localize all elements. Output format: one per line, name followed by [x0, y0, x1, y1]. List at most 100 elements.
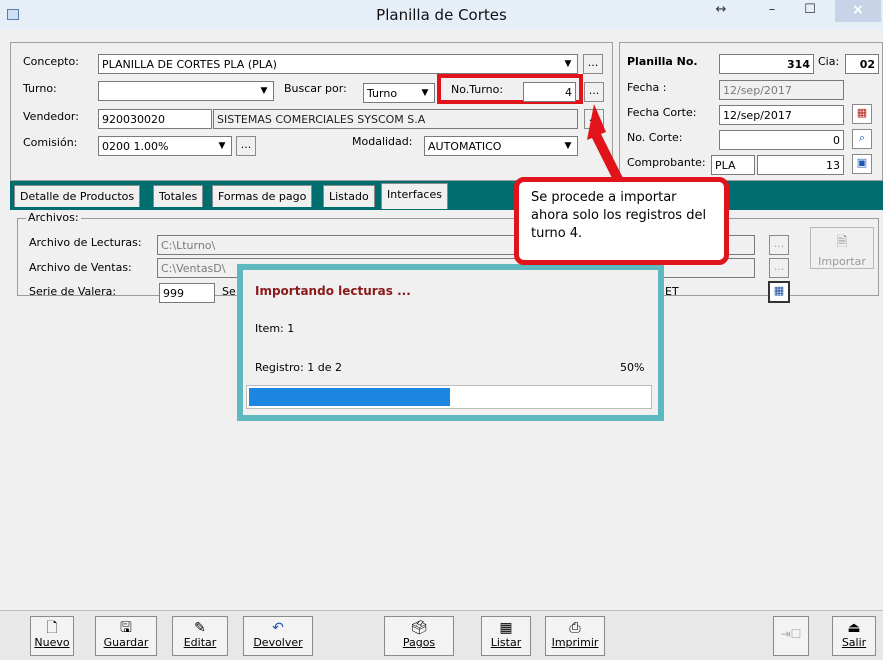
pagos-button[interactable]: 🗳 Pagos [384, 616, 454, 656]
comision-select[interactable]: 0200 1.00% ▼ [98, 136, 232, 156]
modalidad-label: Modalidad: [352, 135, 413, 148]
no-corte-field[interactable]: 0 [719, 130, 844, 150]
concepto-label: Concepto: [23, 55, 79, 68]
concepto-value: PLANILLA DE CORTES PLA (PLA) [102, 58, 277, 71]
fecha-corte-label: Fecha Corte: [627, 106, 697, 119]
guardar-button[interactable]: 🖫 Guardar [95, 616, 157, 656]
chevron-down-icon: ▼ [256, 83, 272, 99]
guardar-label: Guardar [103, 636, 149, 649]
serie-suffix-label: Se [222, 285, 236, 298]
save-icon: 🖫 [120, 620, 132, 636]
cia-field: 02 [845, 54, 879, 74]
planilla-no-field: 314 [719, 54, 814, 74]
comprobante-code-field: PLA [711, 155, 755, 175]
tab-totales[interactable]: Totales [153, 185, 204, 207]
planilla-no-label: Planilla No. [627, 55, 698, 68]
close-button[interactable]: × [835, 0, 881, 22]
printer-icon: ⎙ [569, 620, 581, 636]
tab-listado[interactable]: Listado [323, 185, 375, 207]
archivos-group-label: Archivos: [26, 211, 81, 224]
disabled-action-icon: ⇥☐ [780, 627, 802, 641]
calendar-icon[interactable]: ▦ [852, 104, 872, 124]
comision-value: 0200 1.00% [102, 140, 169, 153]
imprimir-label: Imprimir [551, 636, 599, 649]
salir-label: Salir [841, 636, 867, 649]
nuevo-label: Nuevo [34, 636, 70, 649]
grid-icon[interactable]: ▦ [768, 281, 790, 303]
lecturas-browse-button[interactable]: ... [769, 235, 789, 255]
comision-lookup-button[interactable]: ... [236, 136, 256, 156]
importar-label: Importar [818, 255, 866, 268]
buscar-select[interactable]: Turno ▼ [363, 83, 435, 103]
exit-icon: ⏏ [847, 620, 861, 636]
listar-label: Listar [490, 636, 522, 649]
listar-button[interactable]: ▦ Listar [481, 616, 531, 656]
lecturas-label: Archivo de Lecturas: [29, 236, 142, 249]
progress-registro: Registro: 1 de 2 [255, 361, 342, 374]
comision-label: Comisión: [23, 136, 78, 149]
maximize-button[interactable]: ☐ [795, 2, 825, 24]
new-document-icon: 🗋 [46, 620, 58, 636]
noturno-label: No.Turno: [451, 83, 504, 96]
progress-title: Importando lecturas ... [255, 284, 411, 298]
imprimir-button[interactable]: ⎙ Imprimir [545, 616, 605, 656]
fecha-field: 12/sep/2017 [719, 80, 844, 100]
comprobante-label: Comprobante: [627, 156, 706, 169]
pagos-icon: 🗳 [410, 620, 428, 636]
ventas-label: Archivo de Ventas: [29, 261, 132, 274]
vendedor-label: Vendedor: [23, 110, 79, 123]
devolver-button[interactable]: ↶ Devolver [243, 616, 313, 656]
progress-item: Item: 1 [255, 322, 295, 335]
tab-interfaces[interactable]: Interfaces [381, 183, 448, 209]
progress-percent: 50% [620, 361, 645, 374]
callout-arrow-shape [587, 104, 624, 182]
tab-detalle-productos[interactable]: Detalle de Productos [14, 185, 141, 207]
et-label: ET [665, 285, 679, 298]
turno-select[interactable]: ▼ [98, 81, 274, 101]
minimize-button[interactable]: – [757, 2, 787, 24]
editar-button[interactable]: ✎ Editar [172, 616, 228, 656]
annotation-callout: Se procede a importar ahora solo los reg… [514, 177, 729, 265]
list-icon: ▦ [499, 620, 513, 636]
no-corte-label: No. Corte: [627, 131, 683, 144]
preview-icon[interactable]: ▣ [852, 154, 872, 174]
buscar-value: Turno [367, 87, 398, 100]
progress-track [246, 385, 652, 409]
serie-label: Serie de Valera: [29, 285, 117, 298]
concepto-lookup-button[interactable]: ... [583, 54, 603, 74]
callout-text: Se procede a importar ahora solo los reg… [531, 190, 707, 241]
ventas-browse-button[interactable]: ... [769, 258, 789, 278]
noturno-field[interactable]: 4 [523, 82, 576, 102]
tab-formas-pago[interactable]: Formas de pago [212, 185, 313, 207]
concepto-select[interactable]: PLANILLA DE CORTES PLA (PLA) ▼ [98, 54, 578, 74]
nuevo-button[interactable]: 🗋 Nuevo [30, 616, 74, 656]
devolver-label: Devolver [253, 636, 303, 649]
cia-label: Cia: [818, 55, 840, 68]
noturno-lookup-button[interactable]: ... [584, 82, 604, 102]
disabled-action-button[interactable]: ⇥☐ [773, 616, 809, 656]
importar-button[interactable]: 🗎 Importar [810, 227, 874, 269]
turno-label: Turno: [23, 82, 57, 95]
modalidad-select[interactable]: AUTOMATICO ▼ [424, 136, 578, 156]
editar-label: Editar [183, 636, 217, 649]
fecha-label: Fecha : [627, 81, 667, 94]
undo-icon: ↶ [272, 620, 284, 636]
vendedor-name-field: SISTEMAS COMERCIALES SYSCOM S.A [213, 109, 578, 129]
fecha-corte-field[interactable]: 12/sep/2017 [719, 105, 844, 125]
window-title: Planilla de Cortes [376, 6, 507, 24]
chevron-down-icon: ▼ [560, 138, 576, 154]
comprobante-field: 13 [757, 155, 844, 175]
salir-button[interactable]: ⏏ Salir [832, 616, 876, 656]
resize-icon: ↔ [715, 2, 727, 17]
edit-icon: ✎ [194, 620, 206, 636]
vendedor-code-field[interactable]: 920030020 [98, 109, 212, 129]
chevron-down-icon: ▼ [560, 56, 576, 72]
chevron-down-icon: ▼ [417, 85, 433, 101]
callout-arrow [587, 104, 624, 182]
chevron-down-icon: ▼ [214, 138, 230, 154]
search-icon[interactable]: ⌕ [852, 129, 872, 149]
progress-fill [249, 388, 450, 406]
buscar-label: Buscar por: [284, 82, 347, 95]
modalidad-value: AUTOMATICO [428, 140, 502, 153]
serie-field[interactable]: 999 [159, 283, 215, 303]
